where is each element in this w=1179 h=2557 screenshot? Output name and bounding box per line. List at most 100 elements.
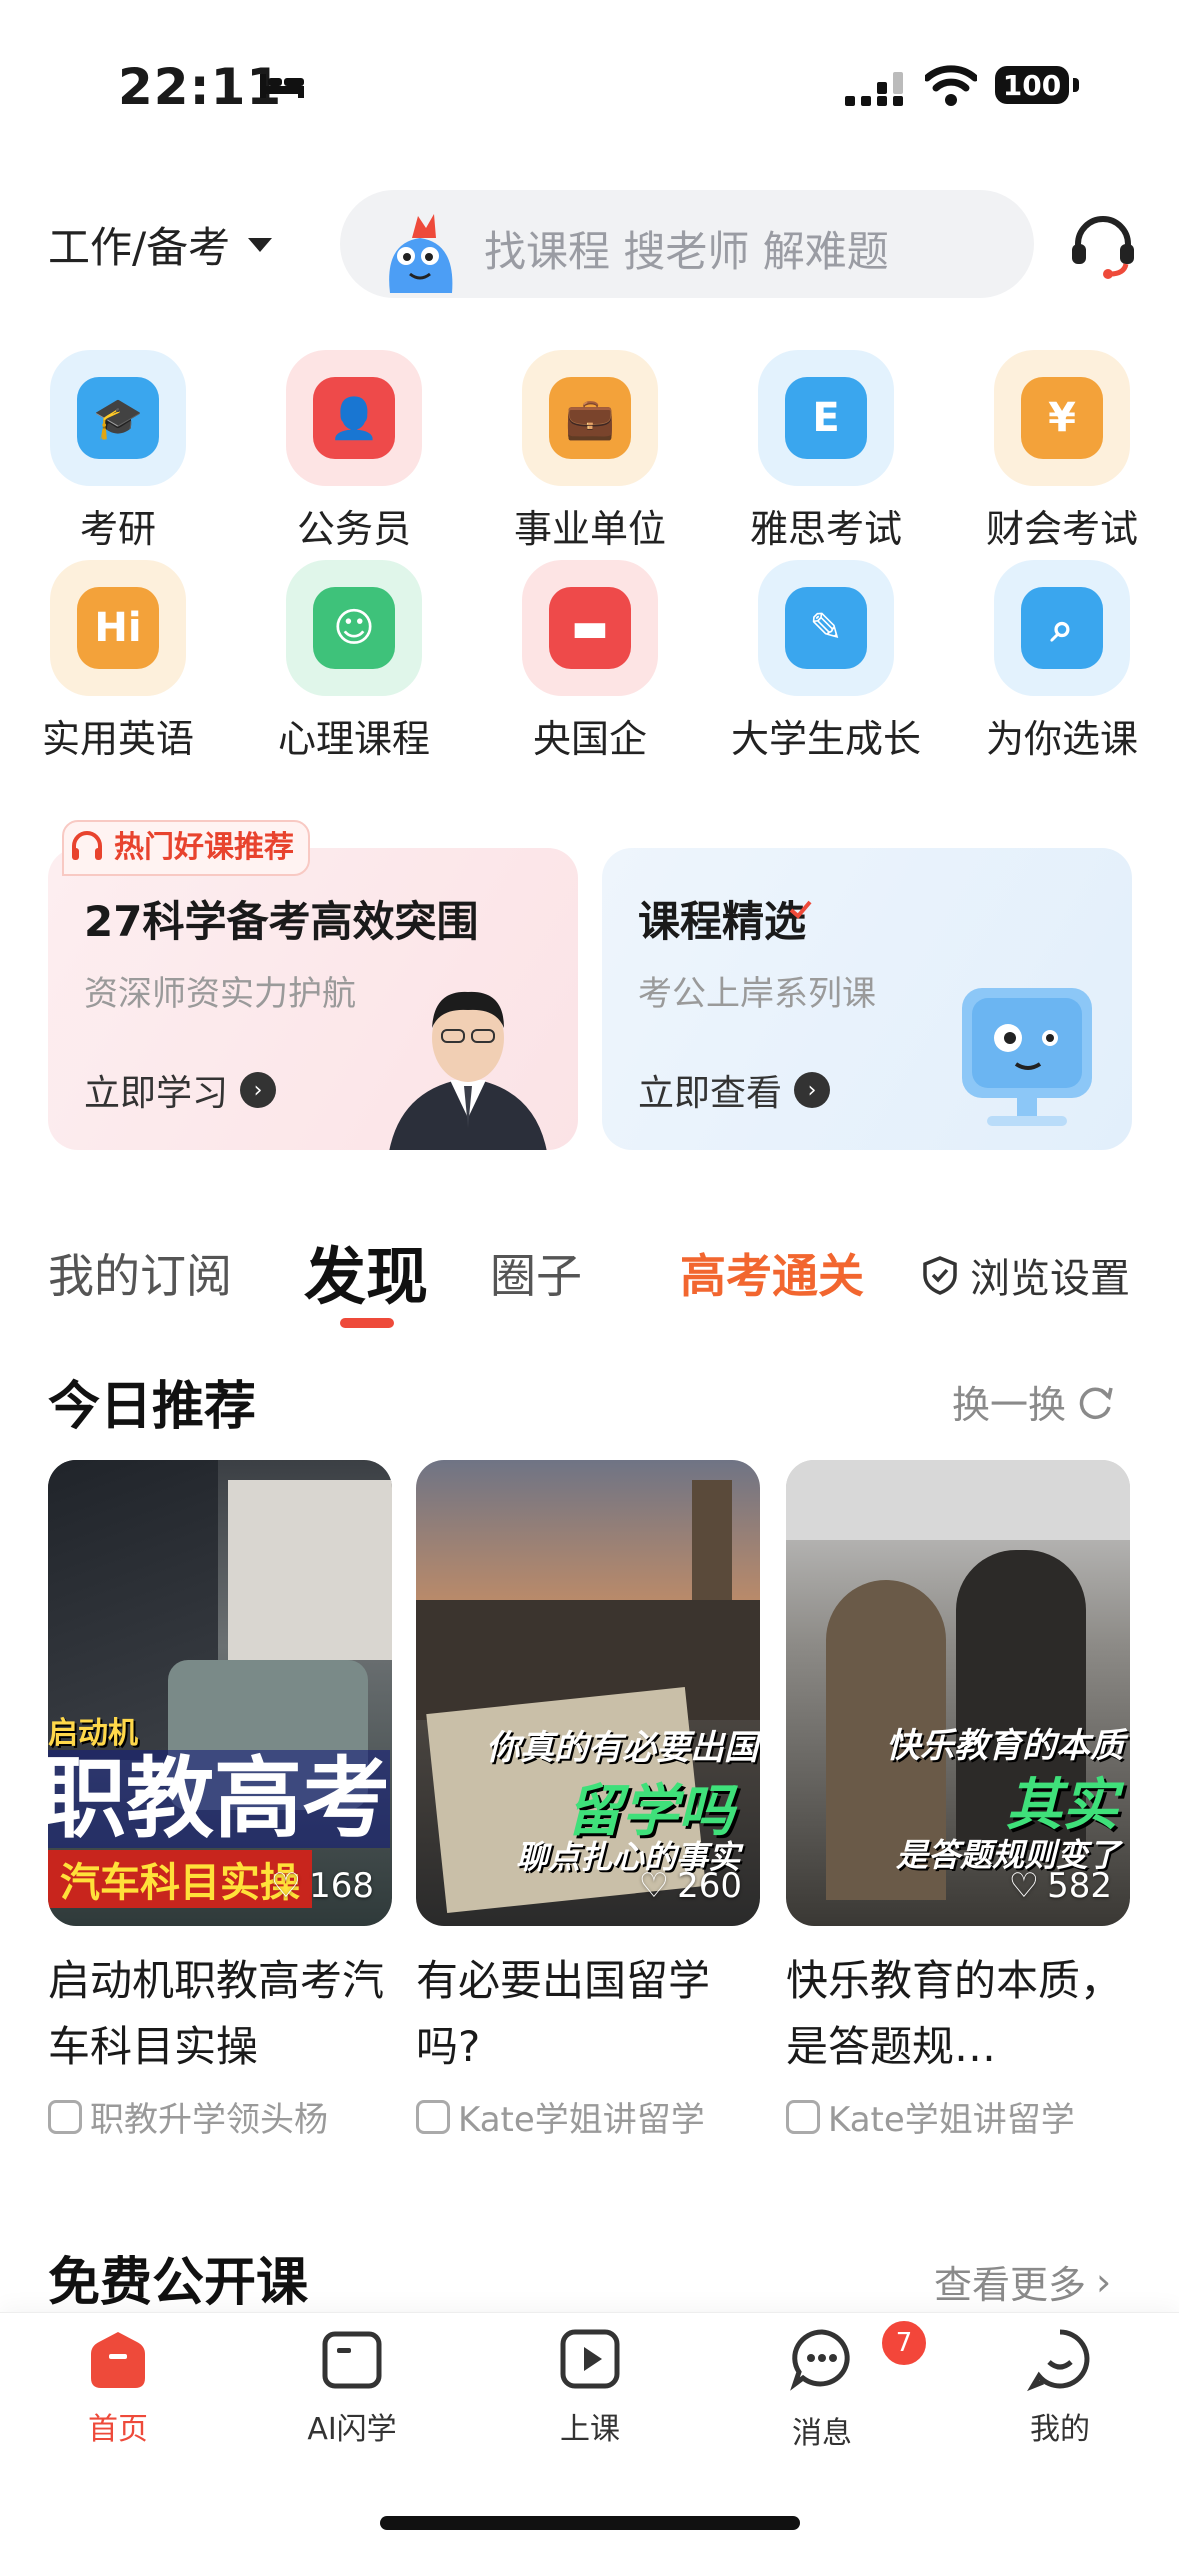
promo-card-exam[interactable]: 27科学备考高效突围 资深师资实力护航 立即学习 › xyxy=(48,848,578,1150)
nav-ai-learn-label: AI闪学 xyxy=(307,2412,397,2447)
category-item[interactable]: E 雅思考试 xyxy=(708,350,908,551)
author-name: 职教升学领头杨 xyxy=(90,2100,328,2140)
refresh-button[interactable]: 换一换 xyxy=(952,1374,1114,1429)
video-title[interactable]: 启动机职教高考汽车科目实操 xyxy=(48,1948,398,2080)
video-card[interactable]: 启动机 职教高考 汽车科目实操 ♡ 168 xyxy=(48,1460,392,1926)
video-author[interactable]: 职教升学领头杨 xyxy=(48,2092,328,2141)
category-item[interactable]: ✎ 大学生成长 xyxy=(708,560,921,761)
video-card[interactable]: 快乐教育的本质 其实 是答题规则变了 ♡ 582 xyxy=(786,1460,1130,1926)
author-name: Kate学姐讲留学 xyxy=(828,2100,1075,2140)
briefcase-icon: 💼 xyxy=(522,350,658,486)
tab-discover[interactable]: 发现 xyxy=(304,1226,428,1316)
nav-class-label: 上课 xyxy=(560,2412,620,2447)
message-badge: 7 xyxy=(879,2318,929,2368)
video-card[interactable]: 你真的有必要出国 留学吗 聊点扎心的事实 ♡ 260 xyxy=(416,1460,760,1926)
chevron-right-icon: › xyxy=(1096,2259,1112,2304)
video-title[interactable]: 快乐教育的本质，是答题规… xyxy=(786,1948,1126,2080)
user-icon xyxy=(48,2099,82,2134)
nav-messages[interactable]: 7 消息 xyxy=(742,2318,929,2456)
battery-indicator: 100 xyxy=(995,66,1079,106)
view-now-label: 立即查看 xyxy=(638,1073,783,1114)
author-name: Kate学姐讲留学 xyxy=(458,2100,705,2140)
promo-card-featured[interactable]: 课程精选 考公上岸系列课 立即查看 › xyxy=(602,848,1132,1150)
like-count: 582 xyxy=(1047,1866,1112,1906)
tab-my-subscriptions[interactable]: 我的订阅 xyxy=(48,1240,232,1306)
chat-icon xyxy=(790,2329,850,2391)
category-item[interactable]: ▬ 央国企 xyxy=(472,560,672,761)
category-selector[interactable]: 工作/备考 xyxy=(48,214,273,275)
user-icon xyxy=(786,2099,820,2134)
customer-service-icon[interactable] xyxy=(1068,210,1138,280)
view-more-link[interactable]: 查看更多 › xyxy=(934,2254,1111,2309)
category-label: 事业单位 xyxy=(513,507,666,551)
tab-gaokao[interactable]: 高考通关 xyxy=(680,1240,864,1306)
view-now-link[interactable]: 立即查看 › xyxy=(638,1064,831,1116)
nav-profile[interactable]: 我的 xyxy=(980,2326,1140,2456)
video-author[interactable]: Kate学姐讲留学 xyxy=(786,2092,1075,2141)
shield-check-icon xyxy=(923,1256,957,1295)
category-label: 考研 xyxy=(79,507,156,551)
note-edit-icon: ✎ xyxy=(758,560,894,696)
hi-chat-icon: Hi xyxy=(50,560,186,696)
promo-left-title: 27科学备考高效突围 xyxy=(84,897,479,946)
browse-settings-button[interactable]: 浏览设置 xyxy=(920,1246,1130,1304)
category-item[interactable]: ¥ 财会考试 xyxy=(944,350,1144,551)
nav-messages-label: 消息 xyxy=(792,2416,852,2451)
battery-level: 100 xyxy=(995,66,1069,104)
video-overlay-main: 职教高考 xyxy=(48,1750,391,1848)
category-label: 公务员 xyxy=(296,507,411,551)
category-label: 实用英语 xyxy=(41,717,194,761)
tab-circle[interactable]: 圈子 xyxy=(490,1240,582,1306)
category-label: 工作/备考 xyxy=(48,223,231,272)
category-item[interactable]: 💼 事业单位 xyxy=(472,350,672,551)
monitor-mascot-icon xyxy=(962,988,1092,1126)
heart-icon: ♡ xyxy=(1008,1866,1040,1906)
ielts-icon: E xyxy=(758,350,894,486)
category-label: 央国企 xyxy=(532,717,647,761)
headphone-icon xyxy=(72,831,102,860)
ai-book-icon xyxy=(322,2331,382,2389)
video-title[interactable]: 有必要出国留学吗? xyxy=(416,1948,766,2080)
video-overlay-top: 启动机 xyxy=(48,1716,138,1751)
browse-settings-label: 浏览设置 xyxy=(970,1256,1130,1302)
category-label: 为你选课 xyxy=(985,717,1138,761)
hot-course-badge: 热门好课推荐 xyxy=(62,820,310,876)
play-icon xyxy=(560,2329,620,2389)
sleep-focus-icon xyxy=(260,74,304,98)
heart-icon: ♡ xyxy=(270,1866,302,1906)
promo-left-subtitle: 资深师资实力护航 xyxy=(84,974,356,1014)
like-count: 168 xyxy=(309,1866,374,1906)
view-more-label: 查看更多 xyxy=(934,2263,1087,2307)
category-item[interactable]: 👤 公务员 xyxy=(236,350,436,551)
category-item[interactable]: ⌕ 为你选课 xyxy=(944,560,1144,761)
tab-active-indicator xyxy=(340,1318,394,1328)
video-overlay-top: 你真的有必要出国 xyxy=(486,1728,758,1768)
free-course-title: 免费公开课 xyxy=(48,2253,309,2313)
mascot-icon xyxy=(389,214,453,293)
heart-icon: ♡ xyxy=(638,1866,670,1906)
today-recommend-title: 今日推荐 xyxy=(48,1377,257,1437)
home-icon xyxy=(91,2332,145,2388)
nav-class[interactable]: 上课 xyxy=(510,2326,670,2456)
nav-ai-learn[interactable]: AI闪学 xyxy=(272,2326,432,2456)
category-item[interactable]: ☺ 心理课程 xyxy=(236,560,436,761)
search-monitor-icon: ⌕ xyxy=(994,560,1130,696)
promo-right-title: 课程精选 xyxy=(638,897,807,946)
user-icon xyxy=(416,2099,450,2134)
learn-now-link[interactable]: 立即学习 › xyxy=(84,1064,277,1116)
caret-down-icon xyxy=(248,237,273,252)
teacher-portrait xyxy=(389,991,547,1150)
nav-home[interactable]: 首页 xyxy=(38,2326,198,2456)
graduation-cap-icon: 🎓 xyxy=(50,350,186,486)
category-label: 雅思考试 xyxy=(749,507,902,551)
soe-icon: ▬ xyxy=(522,560,658,696)
arrow-right-icon: › xyxy=(794,1072,831,1108)
video-author[interactable]: Kate学姐讲留学 xyxy=(416,2092,705,2141)
nav-profile-label: 我的 xyxy=(1030,2412,1090,2447)
cellular-signal-icon xyxy=(845,72,903,106)
category-item[interactable]: Hi 实用英语 xyxy=(0,560,200,761)
nav-home-label: 首页 xyxy=(88,2412,148,2447)
promo-right-subtitle: 考公上岸系列课 xyxy=(638,974,876,1014)
yen-clipboard-icon: ¥ xyxy=(994,350,1130,486)
category-item[interactable]: 🎓 考研 xyxy=(0,350,200,551)
